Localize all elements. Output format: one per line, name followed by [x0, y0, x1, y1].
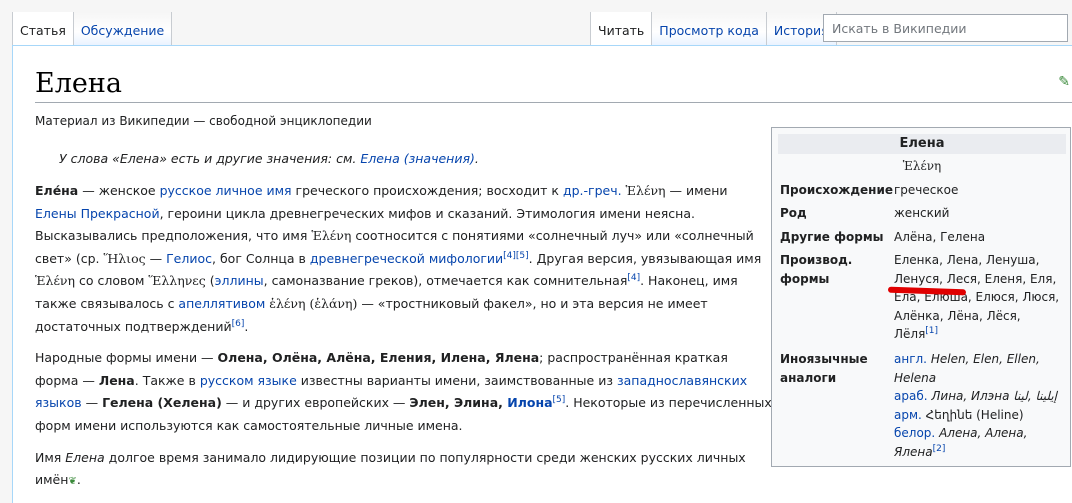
ref-4[interactable]: [4] — [627, 273, 640, 283]
ref-6[interactable]: [6] — [232, 318, 245, 328]
page-title: Елена — [35, 68, 122, 99]
hatnote-link[interactable]: Елена (значения) — [360, 151, 475, 166]
ref-5[interactable]: [5] — [553, 395, 566, 405]
tab-view-source[interactable]: Просмотр кода — [651, 12, 766, 45]
text: — и других европейских — — [221, 395, 410, 411]
text: . Также в — [134, 372, 200, 388]
infobox-row-gender: Род женский — [780, 204, 1072, 223]
lang-link-english[interactable]: англ. — [894, 352, 927, 366]
italic-text: Елена — [65, 449, 105, 465]
search-input[interactable] — [823, 14, 1068, 42]
analog-arabic: араб. Лина, Илэна إيلينا ,لينا — [894, 387, 1064, 406]
tab-read[interactable]: Читать — [590, 12, 652, 45]
text: со словом — [75, 273, 149, 289]
hatnote-end: . — [474, 151, 479, 166]
site-subtitle: Материал из Википедии — свободной энцикл… — [35, 114, 372, 128]
greek-word: ἑλένη (ἑλάνη) — [265, 295, 358, 311]
paragraph-2: Народные формы имени — Олена, Олёна, Алё… — [35, 347, 773, 437]
paragraph-1: Еле́на — женское русское личное имя греч… — [35, 180, 773, 338]
text: . — [244, 318, 249, 334]
link-greek-mythology[interactable]: древнегреческой мифологии — [310, 251, 503, 266]
hatnote-text: У слова «Елена» есть и другие значения: … — [59, 151, 357, 166]
text: — женское — [78, 183, 160, 198]
ref-2[interactable]: [2] — [933, 444, 946, 454]
analog-english: англ. Helen, Elen, Ellen, Helena — [894, 350, 1064, 387]
infobox-row-analogs: Иноязычные аналоги англ. Helen, Elen, El… — [780, 350, 1072, 461]
link-hellenes[interactable]: эллины — [215, 273, 264, 288]
greek-word: Ἑλένη — [35, 273, 76, 289]
infobox-label: Происхождение — [780, 183, 893, 197]
text: долгое время занимало лидирующие позиции… — [35, 449, 746, 488]
text: Народные формы имени — — [35, 350, 218, 366]
title-divider — [35, 102, 1072, 103]
infobox-label: Иноязычные аналоги — [780, 352, 868, 385]
infobox-value: женский — [894, 206, 950, 220]
bold-text: Гелена (Хелена) — [102, 395, 222, 411]
bold-text: Олена, Олёна, Алёна, Еления, Илена, Ялен… — [217, 350, 540, 366]
infobox-value: Еленка, Лена, Ленуша, Ленуся, Леся, Елен… — [894, 251, 1064, 344]
infobox-row-origin: Происхождение греческое — [780, 181, 1072, 200]
lang-link-armenian[interactable]: арм. — [894, 408, 922, 422]
edit-pencil-icon[interactable]: ✎ — [1058, 74, 1070, 90]
analog-value: Лина, Илэна إيلينا ,لينا — [931, 389, 1058, 403]
text: греческого происхождения; восходит к — [291, 183, 563, 198]
ref-1[interactable]: [1] — [925, 326, 938, 336]
infobox-value: англ. Helen, Elen, Ellen, Helena араб. Л… — [894, 350, 1064, 461]
bold-text: Лена — [98, 372, 135, 388]
greek-word: Ἥλιος — [103, 250, 146, 266]
text: — — [145, 250, 167, 266]
namespace-tabs: Статья Обсуждение — [12, 12, 173, 45]
text: , бог Солнца в — [212, 250, 310, 266]
infobox-value: Алёна, Гелена — [894, 230, 986, 244]
infobox-row-derived-forms: Производ. формы Еленка, Лена, Ленуша, Ле… — [780, 251, 1072, 344]
infobox-title: Елена — [778, 134, 1066, 154]
link-appellative[interactable]: апеллятивом — [178, 296, 265, 311]
analog-value: Հեղինե (Heline) — [925, 407, 1024, 422]
article-body: Еле́на — женское русское личное имя греч… — [35, 180, 773, 503]
link-helen-of-troy[interactable]: Елены Прекрасной — [35, 206, 160, 221]
text: Имя — [35, 449, 66, 465]
link-ancient-greek[interactable]: др.-греч. — [563, 183, 622, 198]
text: . — [76, 472, 81, 488]
greek-word: Ἑλένη — [621, 183, 666, 198]
infobox-original: Ἑλένη — [902, 159, 942, 173]
infobox-label: Производ. формы — [780, 253, 853, 286]
text: . Другая версия, увязывающая имя — [528, 250, 762, 266]
link-russian-name[interactable]: русское личное имя — [160, 183, 292, 198]
derived-forms-text: Еленка, Лена, Ленуша, Ленуся, Леся, Елен… — [894, 253, 1060, 341]
link-russian-language[interactable]: русском языке — [200, 373, 297, 388]
infobox-label: Род — [780, 206, 807, 220]
tab-talk[interactable]: Обсуждение — [72, 12, 173, 45]
link-helios[interactable]: Гелиос — [166, 251, 212, 266]
view-tabs: Читать Просмотр кода История — [590, 12, 837, 45]
analog-armenian: арм. Հեղինե (Heline) — [894, 406, 1064, 425]
greek-word: Ἑλένη — [311, 228, 352, 244]
term-name: Еле́на — [35, 183, 79, 198]
text: , самоназвание греков), отмечается как с… — [263, 273, 628, 289]
text: известны варианты имени, заимствованные … — [296, 372, 617, 388]
text: — — [81, 395, 103, 411]
featured-leaf-icon: ❦ — [68, 476, 77, 488]
link-ilona[interactable]: Илона — [507, 395, 552, 410]
lang-link-arabic[interactable]: араб. — [894, 389, 928, 403]
text: — имени — [665, 183, 728, 198]
infobox-row-other-forms: Другие формы Алёна, Гелена — [780, 228, 1072, 247]
tab-article[interactable]: Статья — [12, 12, 73, 45]
paragraph-3: Имя Елена долгое время занимало лидирующ… — [35, 447, 773, 494]
text: ( — [205, 273, 215, 289]
greek-word: Ἕλληνες — [148, 273, 206, 289]
infobox-label: Другие формы — [780, 230, 884, 244]
infobox: Елена Ἑλένη Происхождение греческое Род … — [771, 127, 1071, 467]
bold-text: Элен, Элина, — [409, 395, 508, 411]
hatnote: У слова «Елена» есть и другие значения: … — [59, 151, 479, 166]
lang-link-belarusian[interactable]: белор. — [894, 426, 935, 440]
analog-belarusian: белор. Алена, Алена, Ялена[2] — [894, 424, 1064, 461]
ref-4-5[interactable]: [4][5] — [503, 251, 529, 261]
infobox-value: греческое — [894, 183, 959, 197]
